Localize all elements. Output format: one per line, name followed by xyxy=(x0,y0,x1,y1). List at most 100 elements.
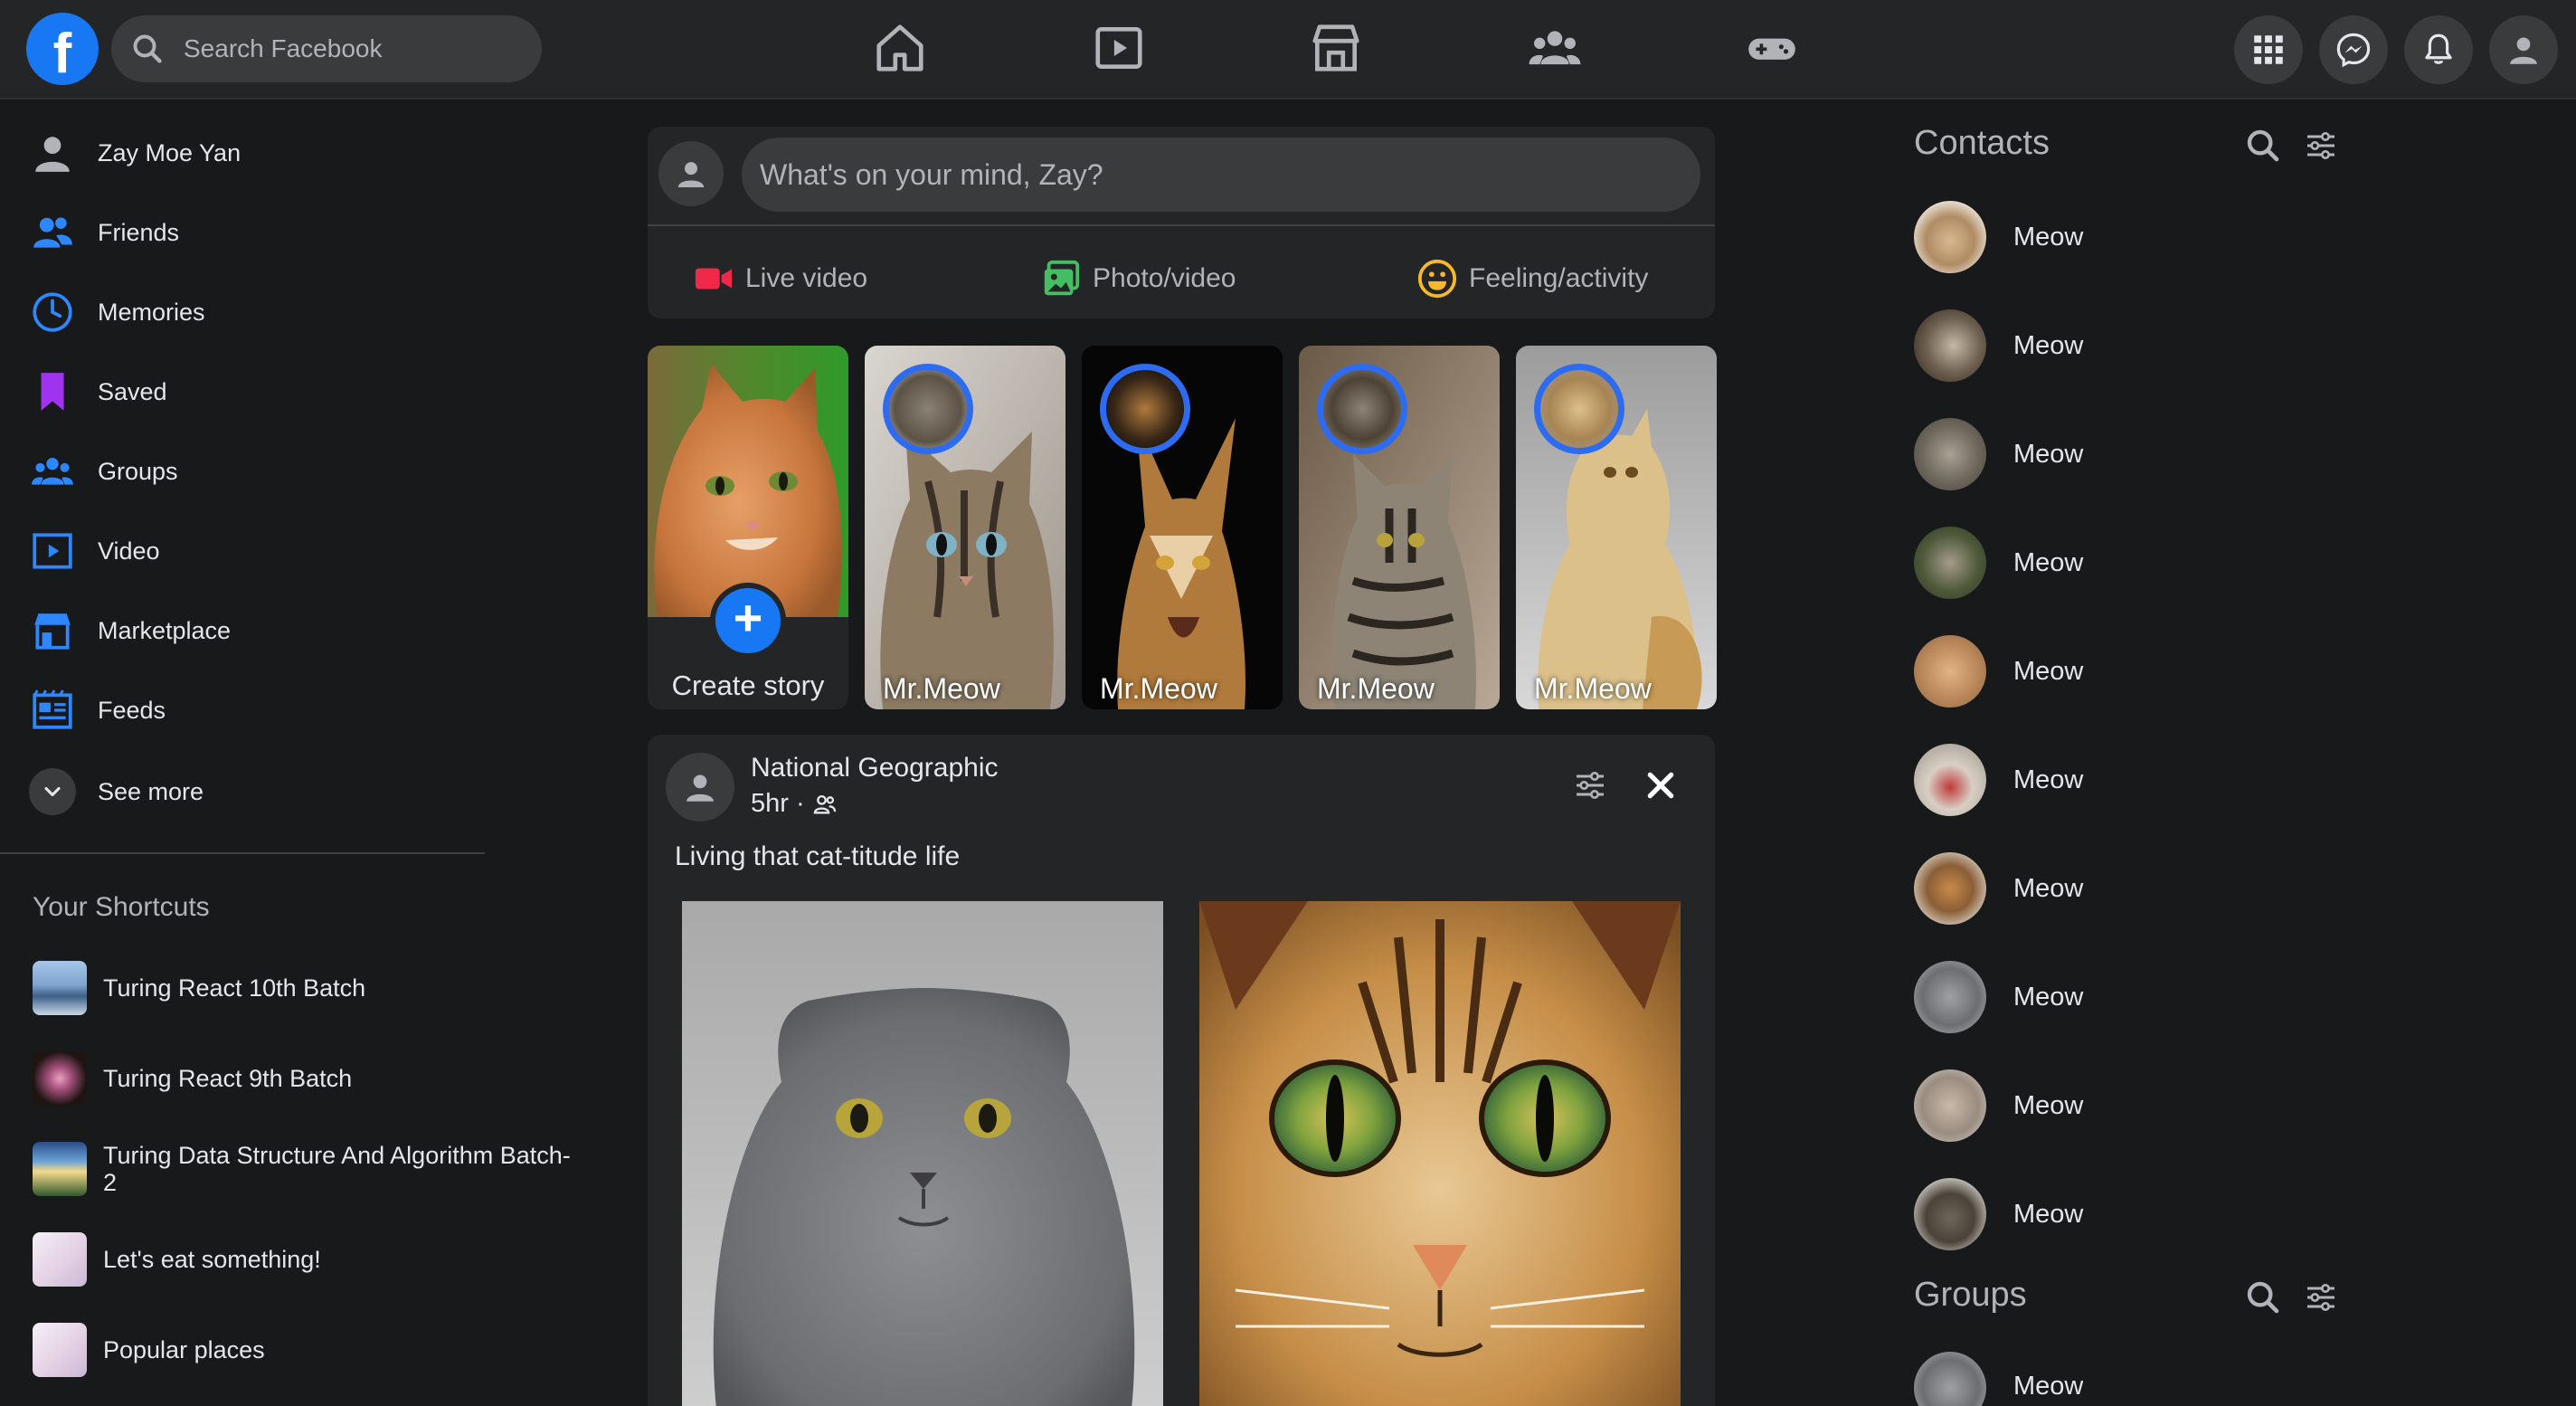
story-avatar-ring xyxy=(1534,364,1624,454)
account-button[interactable] xyxy=(2489,15,2558,84)
shortcut-item[interactable]: Popular places xyxy=(33,1323,573,1377)
composer-placeholder: What's on your mind, Zay? xyxy=(760,157,1103,191)
sidebar-item-friends[interactable]: Friends xyxy=(27,196,179,269)
sidebar-item-groups[interactable]: Groups xyxy=(27,435,178,508)
story-name: Mr.Meow xyxy=(883,672,1000,705)
contact-item[interactable]: Meow xyxy=(1914,851,2083,926)
home-icon[interactable] xyxy=(872,20,928,76)
create-story-cat-photo xyxy=(648,346,848,617)
post-image[interactable] xyxy=(1199,901,1681,1406)
contact-item[interactable]: Meow xyxy=(1914,960,2083,1034)
contact-item[interactable]: Meow xyxy=(1914,1069,2083,1143)
composer-divider xyxy=(648,224,1715,226)
contact-item[interactable]: Meow xyxy=(1914,309,2083,383)
profile-icon xyxy=(687,774,714,802)
live-video-button[interactable]: Live video xyxy=(693,244,867,313)
contact-item[interactable]: Meow xyxy=(1914,526,2083,600)
contact-name: Meow xyxy=(2013,873,2084,903)
contact-item[interactable]: Meow xyxy=(1914,417,2083,491)
sidebar-item-profile[interactable]: Zay Moe Yan xyxy=(27,117,241,189)
facebook-logo[interactable]: f xyxy=(26,13,99,85)
messenger-icon xyxy=(2336,33,2371,68)
story-card[interactable]: Mr.Meow xyxy=(1082,346,1283,709)
contacts-options-icon[interactable] xyxy=(2303,128,2339,164)
shortcut-thumbnail xyxy=(33,1142,87,1196)
avatar xyxy=(1914,1178,1986,1250)
post-author[interactable]: National Geographic xyxy=(751,753,999,784)
search-icon xyxy=(133,34,162,63)
avatar[interactable] xyxy=(658,141,724,206)
post-image[interactable] xyxy=(682,901,1163,1406)
shortcuts-title: Your Shortcuts xyxy=(33,892,210,922)
profile-icon xyxy=(677,162,705,187)
sidebar-see-more[interactable]: See more xyxy=(27,755,204,828)
post-time[interactable]: 5hr · xyxy=(751,789,805,819)
sidebar-item-label: Video xyxy=(98,537,160,565)
contact-name: Meow xyxy=(2013,439,2084,469)
top-navigation-bar: f Search Facebook xyxy=(0,0,2576,100)
shortcut-thumbnail xyxy=(33,1232,87,1287)
story-card[interactable]: Mr.Meow xyxy=(865,346,1065,709)
video-icon[interactable] xyxy=(1091,20,1147,76)
sidebar-item-label: Marketplace xyxy=(98,616,232,644)
shortcut-item[interactable]: Let's eat something! xyxy=(33,1232,573,1287)
photo-video-button[interactable]: Photo/video xyxy=(1040,244,1236,313)
sidebar-item-saved[interactable]: Saved xyxy=(27,356,167,428)
sidebar-item-label: Groups xyxy=(98,457,178,485)
notifications-button[interactable] xyxy=(2404,15,2473,84)
feeling-activity-button[interactable]: Feeling/activity xyxy=(1416,244,1648,313)
sidebar-item-marketplace[interactable]: Marketplace xyxy=(27,594,231,667)
clock-icon xyxy=(33,292,72,332)
plus-icon[interactable]: + xyxy=(710,583,786,659)
tabby-cat-closeup-photo xyxy=(1199,901,1681,1406)
contact-item[interactable]: Meow xyxy=(1914,200,2083,274)
sidebar-item-feeds[interactable]: Feeds xyxy=(27,674,166,746)
avatar xyxy=(1914,635,1986,708)
shortcut-thumbnail xyxy=(33,1323,87,1377)
sidebar-item-video[interactable]: Video xyxy=(27,515,160,587)
search-icon[interactable] xyxy=(2245,128,2281,164)
sidebar-item-memories[interactable]: Memories xyxy=(27,276,205,348)
feeds-icon xyxy=(33,689,72,729)
contact-item[interactable]: Meow xyxy=(1914,1177,2083,1251)
gaming-icon[interactable] xyxy=(1744,20,1800,76)
whats-on-your-mind-input[interactable]: What's on your mind, Zay? xyxy=(742,138,1700,212)
search-input[interactable]: Search Facebook xyxy=(111,15,542,82)
contact-item[interactable]: Meow xyxy=(1914,634,2083,708)
shortcut-item[interactable]: Turing React 10th Batch xyxy=(33,961,573,1015)
marketplace-icon[interactable] xyxy=(1308,20,1364,76)
shortcut-thumbnail xyxy=(33,1051,87,1106)
account-icon xyxy=(2510,37,2537,64)
contact-name: Meow xyxy=(2013,656,2084,686)
friends-icon xyxy=(33,217,72,248)
create-story-card[interactable]: + Create story xyxy=(648,346,848,709)
story-card[interactable]: Mr.Meow xyxy=(1299,346,1500,709)
sidebar-divider xyxy=(0,852,485,854)
contact-name: Meow xyxy=(2013,1199,2084,1229)
search-icon[interactable] xyxy=(2245,1279,2281,1316)
groups-icon[interactable] xyxy=(1527,20,1583,76)
messenger-button[interactable] xyxy=(2319,15,2388,84)
smiley-icon xyxy=(1417,259,1457,299)
story-card[interactable]: Mr.Meow xyxy=(1516,346,1717,709)
story-name: Mr.Meow xyxy=(1100,672,1217,705)
shortcut-label: Turing React 10th Batch xyxy=(103,974,366,1002)
create-story-label: Create story xyxy=(671,670,825,701)
group-item[interactable]: Meow xyxy=(1914,1352,2083,1406)
close-icon[interactable] xyxy=(1643,767,1679,803)
contact-name: Meow xyxy=(2013,982,2084,1012)
avatar[interactable] xyxy=(666,753,734,822)
contact-item[interactable]: Meow xyxy=(1914,743,2083,817)
apps-grid-button[interactable] xyxy=(2234,15,2303,84)
shortcut-item[interactable]: Turing Data Structure And Algorithm Batc… xyxy=(33,1142,573,1196)
shortcut-item[interactable]: Turing React 9th Batch xyxy=(33,1051,573,1106)
photo-icon xyxy=(1044,260,1080,296)
avatar xyxy=(1914,527,1986,599)
post-options-icon[interactable] xyxy=(1572,767,1608,803)
avatar xyxy=(1914,852,1986,925)
contacts-title: Contacts xyxy=(1914,124,2050,162)
post-text: Living that cat-titude life xyxy=(675,841,961,871)
shortcut-label: Turing React 9th Batch xyxy=(103,1065,353,1092)
groups-options-icon[interactable] xyxy=(2303,1279,2339,1316)
contact-name: Meow xyxy=(2013,765,2084,794)
